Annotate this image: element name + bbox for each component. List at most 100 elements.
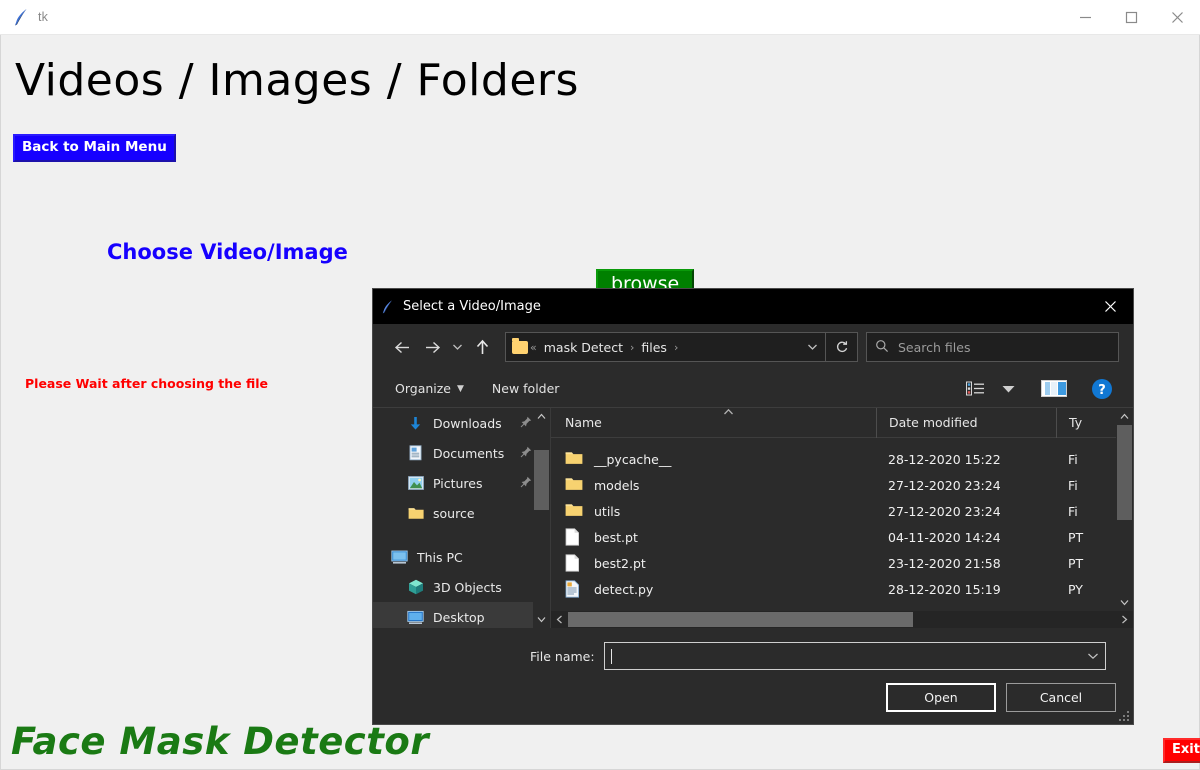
address-chevron-down-icon[interactable] [799,333,825,361]
scroll-track[interactable] [533,425,550,611]
forward-arrow-icon[interactable] [417,332,447,362]
cancel-button[interactable]: Cancel [1006,683,1116,712]
organize-button[interactable]: Organize ▼ [387,377,472,400]
table-row[interactable]: best.pt 04-11-2020 14:24 PT [551,524,1133,550]
table-row[interactable]: best2.pt 23-12-2020 21:58 PT [551,550,1133,576]
organize-label: Organize [395,381,451,396]
scroll-track[interactable] [1116,425,1133,594]
preview-pane-icon[interactable] [1037,375,1071,403]
new-folder-button[interactable]: New folder [484,377,568,400]
pin-icon[interactable] [520,446,532,461]
breadcrumb-item-files[interactable]: files [636,340,672,355]
file-name-cell: detect.py [551,580,876,598]
file-list-pane[interactable]: Name Date modified Ty __pycache__ 28-12-… [551,408,1133,628]
nav-item-this-pc[interactable]: This PC [373,542,550,572]
file-name-label: best.pt [594,529,638,545]
scroll-thumb[interactable] [1117,425,1132,520]
please-wait-message: Please Wait after choosing the file [25,376,268,391]
refresh-icon[interactable] [825,333,857,361]
close-button[interactable] [1154,0,1200,35]
nav-item-label: source [433,505,475,521]
address-bar[interactable]: « mask Detect › files › [505,332,858,362]
minimize-button[interactable] [1062,0,1108,35]
column-header-type-label: Ty [1069,415,1083,430]
scroll-thumb[interactable] [534,450,549,510]
download-icon [407,415,424,432]
view-layout-icon[interactable] [959,375,993,403]
file-name-cell: best.pt [551,528,876,546]
file-name-input[interactable] [603,642,1106,670]
scroll-down-icon[interactable] [533,611,550,628]
folder-icon [512,337,528,354]
scroll-up-icon[interactable] [1116,408,1133,425]
nav-item-downloads[interactable]: Downloads [373,408,550,438]
file-date-cell: 04-11-2020 14:24 [888,529,1001,545]
scroll-left-icon[interactable] [551,611,568,628]
scroll-right-icon[interactable] [1116,611,1133,628]
scroll-thumb[interactable] [568,612,913,627]
view-chevron-down-icon[interactable] [997,375,1019,403]
column-header-name[interactable]: Name [551,408,876,438]
maximize-button[interactable] [1108,0,1154,35]
scroll-down-icon[interactable] [1116,594,1133,611]
nav-item-pictures[interactable]: Pictures [373,468,550,498]
chevron-down-icon[interactable] [1087,650,1099,663]
back-to-main-menu-button[interactable]: Back to Main Menu [13,134,176,162]
up-arrow-icon[interactable] [467,332,497,362]
file-name-label: detect.py [594,581,654,597]
dialog-close-icon[interactable] [1087,289,1133,324]
folder-icon [407,505,424,522]
scroll-up-icon[interactable] [533,408,550,425]
file-name-label: best2.pt [594,555,646,571]
breadcrumb-overflow-label[interactable]: « [528,341,539,354]
file-date-cell: 28-12-2020 15:19 [888,581,1001,597]
text-caret [610,648,612,664]
breadcrumb-separator-2: › [673,340,679,354]
app-brand-title: Face Mask Detector [11,720,430,763]
dialog-titlebar: Select a Video/Image [373,289,1133,324]
nav-item-desktop[interactable]: Desktop [373,602,550,628]
nav-item-3d-objects[interactable]: 3D Objects [373,572,550,602]
column-header-date-modified[interactable]: Date modified [876,408,1056,438]
pin-icon[interactable] [520,416,532,431]
back-arrow-icon[interactable] [387,332,417,362]
resize-grip-icon[interactable] [1117,709,1129,721]
recent-locations-chevron-down-icon[interactable] [447,332,467,362]
chevron-down-icon: ▼ [457,383,464,394]
nav-item-label: Downloads [433,415,502,431]
navigation-pane[interactable]: Downloads Documents Pictures source This… [373,408,551,628]
desktop-icon [407,609,424,626]
nav-item-documents[interactable]: Documents [373,438,550,468]
search-input[interactable]: Search files [866,332,1119,362]
breadcrumb-item-mask-detect[interactable]: mask Detect [539,340,628,355]
file-icon [565,554,583,572]
file-date-cell: 27-12-2020 23:24 [888,503,1001,519]
table-row[interactable]: utils 27-12-2020 23:24 Fi [551,498,1133,524]
search-icon [875,338,889,357]
table-row[interactable]: __pycache__ 28-12-2020 15:22 Fi [551,446,1133,472]
file-open-dialog: Select a Video/Image « mask Detect › fil… [372,288,1134,725]
file-name-row: File name: [373,628,1133,670]
file-date-cell: 23-12-2020 21:58 [888,555,1001,571]
file-list-horizontal-scrollbar[interactable] [551,611,1133,628]
exit-button[interactable]: Exit [1163,738,1200,764]
pin-icon[interactable] [520,476,532,491]
folder-icon [565,476,583,494]
column-header-name-label: Name [565,415,602,430]
nav-item-source[interactable]: source [373,498,550,528]
file-icon [565,528,583,546]
help-icon[interactable]: ? [1085,375,1119,403]
document-icon [407,445,424,462]
cube-icon [407,579,424,596]
scroll-track[interactable] [568,611,1116,628]
open-button[interactable]: Open [886,683,996,712]
table-row[interactable]: models 27-12-2020 23:24 Fi [551,472,1133,498]
dialog-toolbar: Organize ▼ New folder ? [373,370,1133,408]
file-name-label: __pycache__ [594,451,672,467]
sort-ascending-icon [723,408,734,419]
table-row[interactable]: detect.py 28-12-2020 15:19 PY [551,576,1133,602]
page-title: Videos / Images / Folders [15,55,579,106]
new-folder-label: New folder [491,381,560,396]
file-list-vertical-scrollbar[interactable] [1116,408,1133,611]
navigation-pane-scrollbar[interactable] [533,408,550,628]
